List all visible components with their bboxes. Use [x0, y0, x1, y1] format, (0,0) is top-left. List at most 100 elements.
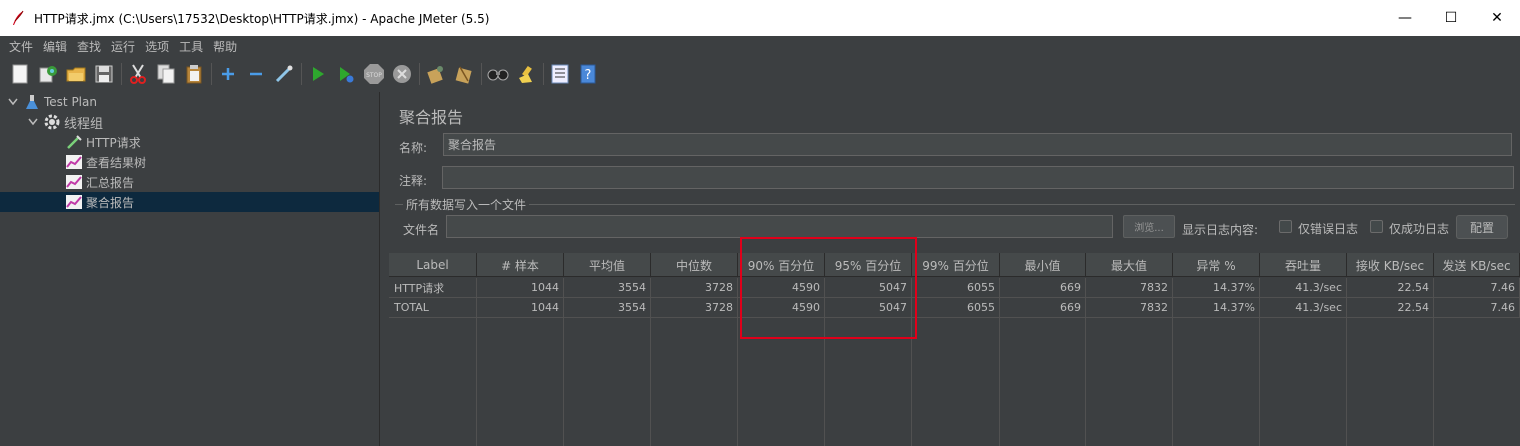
tree-item-view-results-tree[interactable]: 查看结果树 — [66, 152, 146, 172]
stop-icon[interactable]: STOP — [363, 63, 385, 85]
clear-icon[interactable] — [425, 63, 447, 85]
file-group-border — [395, 204, 1515, 205]
configure-button[interactable]: 配置 — [1456, 215, 1508, 239]
name-field[interactable]: 聚合报告 — [443, 133, 1512, 156]
table-cell: HTTP请求 — [389, 278, 477, 298]
toolbar-separator — [211, 63, 212, 85]
tree-item-thread-group[interactable]: 线程组 — [26, 112, 103, 132]
search-icon[interactable] — [487, 63, 509, 85]
table-cell: 5047 — [825, 298, 912, 318]
table-row[interactable]: TOTAL 1044 3554 3728 4590 5047 6055 669 … — [389, 298, 1520, 318]
tree-item-label: 汇总报告 — [86, 175, 135, 190]
table-cell: 4590 — [738, 298, 825, 318]
table-cell: 6055 — [912, 298, 1000, 318]
cut-icon[interactable] — [127, 63, 149, 85]
filename-field[interactable] — [446, 215, 1113, 238]
success-only-checkbox[interactable] — [1370, 220, 1383, 233]
svg-text:STOP: STOP — [366, 72, 382, 79]
table-cell: 6055 — [912, 278, 1000, 298]
column-header[interactable]: 接收 KB/sec — [1347, 253, 1434, 277]
help-icon[interactable]: ? — [577, 63, 599, 85]
tree-item-aggregate-report[interactable]: 聚合报告 — [0, 192, 379, 212]
menu-edit[interactable]: 编辑 — [38, 38, 72, 55]
column-header[interactable]: 最小值 — [1000, 253, 1086, 277]
graph-icon — [66, 194, 82, 210]
paste-icon[interactable] — [183, 63, 205, 85]
window-title: HTTP请求.jmx (C:\Users\17532\Desktop\HTTP请… — [34, 11, 490, 26]
column-header[interactable]: 90% 百分位 — [738, 253, 825, 277]
chevron-down-icon[interactable] — [6, 98, 20, 106]
page-title: 聚合报告 — [399, 108, 464, 127]
menu-options[interactable]: 选项 — [140, 38, 174, 55]
column-header[interactable]: 平均值 — [564, 253, 651, 277]
templates-icon[interactable] — [37, 63, 59, 85]
menu-help[interactable]: 帮助 — [208, 38, 242, 55]
results-table: Label # 样本 平均值 中位数 90% 百分位 95% 百分位 99% 百… — [389, 253, 1520, 446]
column-header[interactable]: 异常 % — [1173, 253, 1260, 277]
menu-bar: 文件 编辑 查找 运行 选项 工具 帮助 — [0, 36, 1520, 56]
clear-all-icon[interactable] — [453, 63, 475, 85]
collapse-icon[interactable] — [245, 63, 267, 85]
table-cell: 1044 — [477, 278, 564, 298]
column-header[interactable]: 95% 百分位 — [825, 253, 912, 277]
table-cell: 22.54 — [1347, 278, 1434, 298]
chevron-down-icon[interactable] — [26, 118, 40, 126]
toolbar-separator — [481, 63, 482, 85]
tree-item-label: 查看结果树 — [86, 155, 147, 170]
maximize-button[interactable]: ☐ — [1428, 0, 1474, 36]
start-no-pause-icon[interactable] — [335, 63, 357, 85]
save-icon[interactable] — [93, 63, 115, 85]
column-header[interactable]: 发送 KB/sec — [1434, 253, 1520, 277]
jmeter-feather-icon — [10, 10, 26, 26]
errors-only-checkbox[interactable] — [1279, 220, 1292, 233]
table-cell: 14.37% — [1173, 278, 1260, 298]
close-button[interactable]: ✕ — [1474, 0, 1520, 36]
column-header[interactable]: 吞吐量 — [1260, 253, 1347, 277]
menu-tools[interactable]: 工具 — [174, 38, 208, 55]
aggregate-report-panel: 聚合报告 名称: 聚合报告 注释: 所有数据写入一个文件 文件名 浏览... 显… — [389, 92, 1520, 446]
tree-item-label: 聚合报告 — [86, 195, 135, 210]
reset-search-icon[interactable] — [515, 63, 537, 85]
column-header[interactable]: 99% 百分位 — [912, 253, 1000, 277]
success-only-label: 仅成功日志 — [1389, 222, 1450, 236]
table-cell: 7832 — [1086, 298, 1173, 318]
minimize-button[interactable]: — — [1382, 0, 1428, 36]
open-icon[interactable] — [65, 63, 87, 85]
function-helper-icon[interactable] — [549, 63, 571, 85]
table-row[interactable]: HTTP请求 1044 3554 3728 4590 5047 6055 669… — [389, 278, 1520, 298]
column-header[interactable]: 最大值 — [1086, 253, 1173, 277]
table-column-lines — [389, 318, 1434, 446]
flask-icon — [24, 94, 40, 110]
shutdown-icon[interactable] — [391, 63, 413, 85]
start-icon[interactable] — [307, 63, 329, 85]
menu-search[interactable]: 查找 — [72, 38, 106, 55]
log-content-label: 显示日志内容: — [1182, 223, 1259, 237]
table-cell: 7.46 — [1434, 298, 1520, 318]
errors-only-label: 仅错误日志 — [1298, 222, 1359, 236]
name-label: 名称: — [399, 141, 428, 155]
comment-field[interactable] — [442, 166, 1514, 189]
tree-item-label: 线程组 — [64, 116, 104, 132]
comment-label: 注释: — [399, 174, 428, 188]
menu-run[interactable]: 运行 — [106, 38, 140, 55]
filename-label: 文件名 — [403, 223, 440, 237]
column-header[interactable]: Label — [389, 253, 477, 277]
table-cell: 7832 — [1086, 278, 1173, 298]
browse-button[interactable]: 浏览... — [1123, 215, 1175, 238]
menu-file[interactable]: 文件 — [4, 38, 38, 55]
table-cell: 1044 — [477, 298, 564, 318]
tree-item-test-plan[interactable]: Test Plan — [6, 92, 97, 112]
column-header[interactable]: # 样本 — [477, 253, 564, 277]
expand-icon[interactable] — [217, 63, 239, 85]
table-cell: 5047 — [825, 278, 912, 298]
toolbar-separator — [419, 63, 420, 85]
column-header[interactable]: 中位数 — [651, 253, 738, 277]
tree-item-summary-report[interactable]: 汇总报告 — [66, 172, 134, 192]
table-cell: 669 — [1000, 298, 1086, 318]
tree-item-http-request[interactable]: HTTP请求 — [66, 132, 141, 152]
table-cell: 14.37% — [1173, 298, 1260, 318]
copy-icon[interactable] — [155, 63, 177, 85]
table-cell: 41.3/sec — [1260, 278, 1347, 298]
toggle-icon[interactable] — [273, 63, 295, 85]
new-icon[interactable] — [9, 63, 31, 85]
